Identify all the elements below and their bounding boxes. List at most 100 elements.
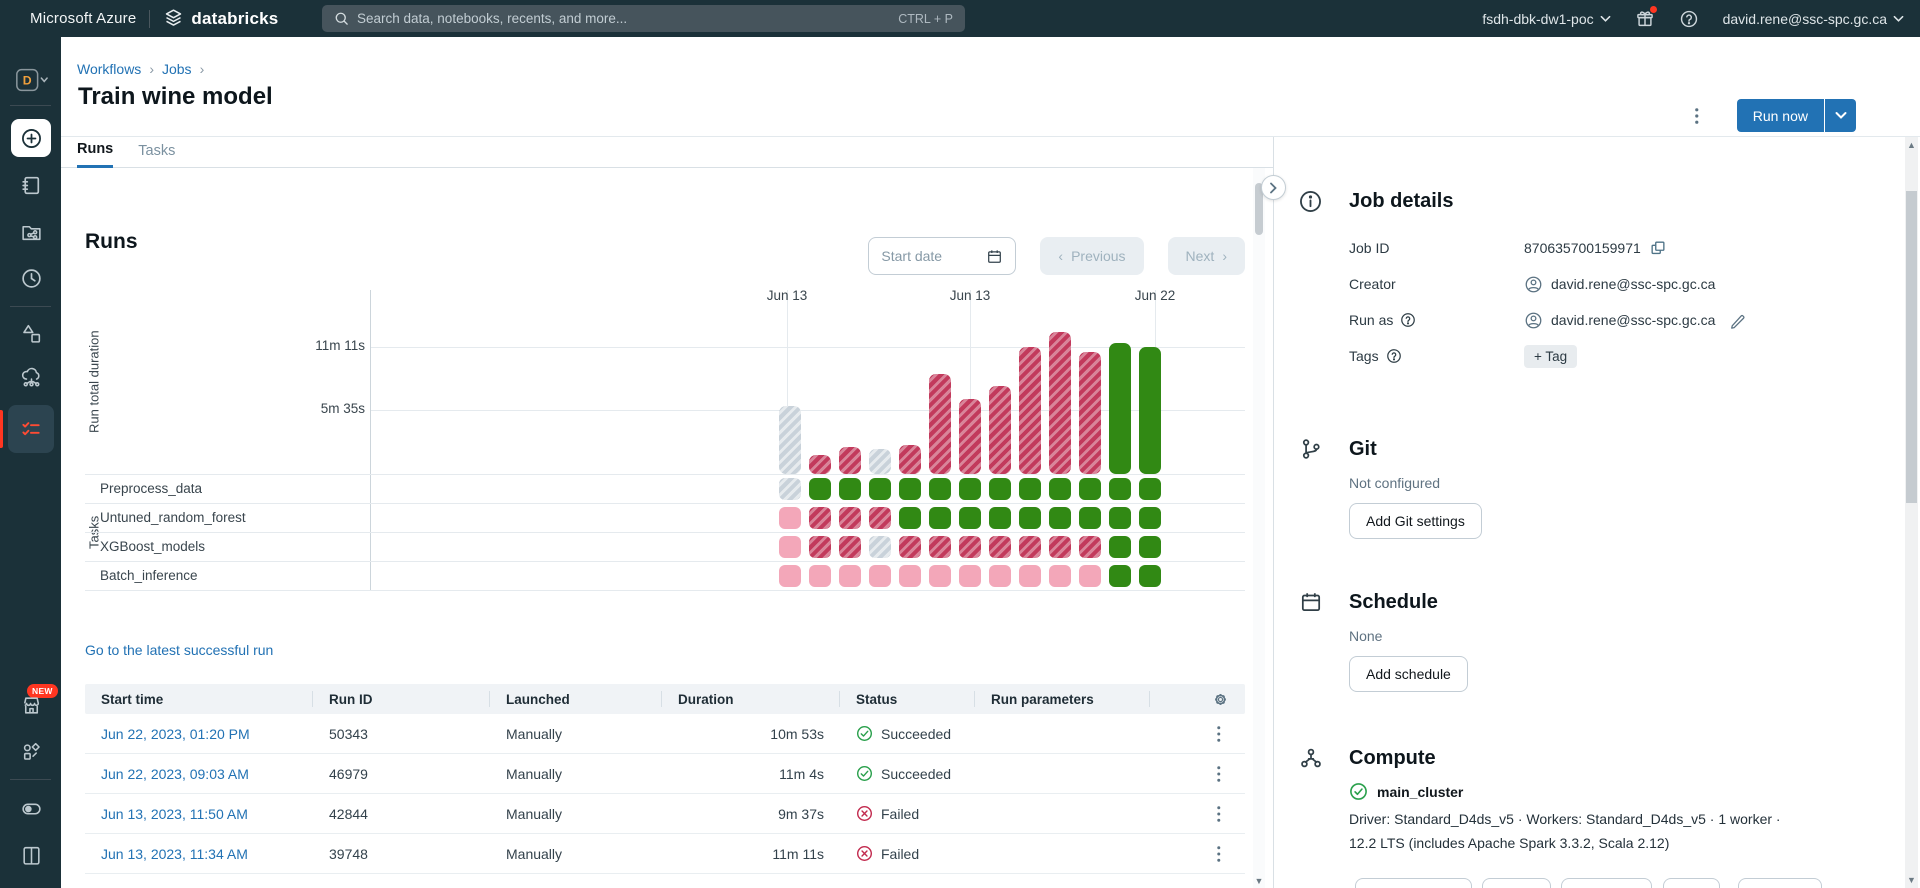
task-run-cell[interactable] [959, 565, 981, 587]
task-run-cell[interactable] [929, 536, 951, 558]
tab-runs[interactable]: Runs [77, 141, 113, 168]
task-run-cell[interactable] [989, 536, 1011, 558]
run-duration-bar[interactable] [989, 386, 1011, 474]
task-run-cell[interactable] [1079, 478, 1101, 500]
sidebar-item-marketplace[interactable] [12, 687, 50, 723]
workspace-switcher[interactable]: fsdh-dbk-dw1-poc [1482, 11, 1610, 27]
column-run-id[interactable]: Run ID [313, 684, 490, 714]
task-run-cell[interactable] [779, 478, 801, 500]
sidebar-item-panel[interactable] [12, 837, 50, 873]
sidebar-item-feature-toggle[interactable] [12, 790, 50, 826]
compute-action-button[interactable] [1561, 878, 1652, 888]
add-schedule-button[interactable]: Add schedule [1349, 656, 1468, 692]
task-run-cell[interactable] [1019, 507, 1041, 529]
run-start-time-link[interactable]: Jun 13, 2023, 11:50 AM [85, 806, 313, 822]
user-menu[interactable]: david.rene@ssc-spc.gc.ca [1723, 11, 1904, 27]
run-duration-bar[interactable] [779, 406, 801, 474]
task-run-cell[interactable] [929, 478, 951, 500]
column-start-time[interactable]: Start time [85, 684, 313, 714]
run-duration-bar[interactable] [1079, 352, 1101, 474]
latest-successful-run-link[interactable]: Go to the latest successful run [85, 642, 273, 658]
edit-pencil-icon[interactable] [1729, 312, 1746, 329]
sidebar-item-compute[interactable] [12, 359, 50, 395]
task-run-cell[interactable] [869, 478, 891, 500]
run-duration-bar[interactable] [929, 374, 951, 474]
question-icon[interactable] [1400, 312, 1416, 328]
task-run-cell[interactable] [809, 565, 831, 587]
sidebar-item-workflows[interactable] [12, 411, 50, 447]
sidebar-item-catalog[interactable] [12, 315, 50, 351]
column-duration[interactable]: Duration [662, 684, 840, 714]
search-input[interactable] [357, 11, 890, 26]
row-kebab-menu[interactable] [1209, 842, 1229, 866]
compute-action-button[interactable] [1663, 878, 1720, 888]
help-button[interactable] [1679, 9, 1699, 29]
details-scrollbar-thumb[interactable] [1906, 191, 1917, 503]
task-run-cell[interactable] [809, 478, 831, 500]
compute-action-button[interactable] [1738, 878, 1822, 888]
task-run-cell[interactable] [869, 565, 891, 587]
run-duration-bar[interactable] [899, 445, 921, 474]
task-run-cell[interactable] [1109, 536, 1131, 558]
new-button[interactable] [11, 119, 51, 157]
task-run-cell[interactable] [899, 478, 921, 500]
task-run-cell[interactable] [899, 536, 921, 558]
task-run-cell[interactable] [839, 478, 861, 500]
copy-icon[interactable] [1649, 239, 1667, 257]
scroll-up-arrow[interactable]: ▲ [1905, 140, 1918, 150]
task-run-cell[interactable] [1079, 507, 1101, 529]
task-run-cell[interactable] [1079, 536, 1101, 558]
task-run-cell[interactable] [839, 565, 861, 587]
task-run-cell[interactable] [929, 565, 951, 587]
task-run-cell[interactable] [1049, 536, 1071, 558]
run-duration-bar[interactable] [1139, 347, 1161, 474]
task-run-cell[interactable] [779, 536, 801, 558]
compute-action-button[interactable] [1482, 878, 1551, 888]
main-scrollbar[interactable]: ▼ [1253, 168, 1265, 888]
task-run-cell[interactable] [989, 507, 1011, 529]
task-run-cell[interactable] [989, 565, 1011, 587]
task-run-cell[interactable] [1079, 565, 1101, 587]
task-run-cell[interactable] [809, 507, 831, 529]
task-run-cell[interactable] [839, 536, 861, 558]
task-run-cell[interactable] [899, 565, 921, 587]
task-run-cell[interactable] [1049, 507, 1071, 529]
run-start-time-link[interactable]: Jun 13, 2023, 11:34 AM [85, 846, 313, 862]
sidebar-item-repos[interactable] [12, 214, 50, 250]
breadcrumb-jobs-link[interactable]: Jobs [162, 61, 192, 77]
task-run-cell[interactable] [899, 507, 921, 529]
task-run-cell[interactable] [779, 507, 801, 529]
task-run-cell[interactable] [1019, 478, 1041, 500]
run-duration-bar[interactable] [1049, 332, 1071, 474]
add-tag-button[interactable]: + Tag [1524, 345, 1577, 368]
job-kebab-menu[interactable] [1687, 104, 1707, 128]
run-duration-bar[interactable] [839, 447, 861, 474]
task-run-cell[interactable] [869, 536, 891, 558]
run-start-time-link[interactable]: Jun 22, 2023, 01:20 PM [85, 726, 313, 742]
task-run-cell[interactable] [869, 507, 891, 529]
task-run-cell[interactable] [1049, 478, 1071, 500]
tab-tasks[interactable]: Tasks [138, 143, 175, 167]
task-run-cell[interactable] [929, 507, 951, 529]
task-run-cell[interactable] [989, 478, 1011, 500]
task-run-cell[interactable] [1139, 478, 1161, 500]
task-run-cell[interactable] [959, 507, 981, 529]
task-run-cell[interactable] [1109, 478, 1131, 500]
question-icon[interactable] [1386, 348, 1402, 364]
row-kebab-menu[interactable] [1209, 722, 1229, 746]
sidebar-item-recents[interactable] [12, 260, 50, 296]
task-run-cell[interactable] [1139, 536, 1161, 558]
run-start-time-link[interactable]: Jun 22, 2023, 09:03 AM [85, 766, 313, 782]
task-run-cell[interactable] [1139, 565, 1161, 587]
task-run-cell[interactable] [959, 536, 981, 558]
scroll-down-arrow[interactable]: ▼ [1253, 876, 1265, 886]
row-kebab-menu[interactable] [1209, 762, 1229, 786]
whats-new-button[interactable] [1635, 9, 1655, 29]
task-run-cell[interactable] [1109, 565, 1131, 587]
task-run-cell[interactable] [1139, 507, 1161, 529]
run-duration-bar[interactable] [809, 455, 831, 474]
task-run-cell[interactable] [1109, 507, 1131, 529]
sidebar-item-workspace[interactable] [12, 167, 50, 203]
task-run-cell[interactable] [1019, 565, 1041, 587]
breadcrumb-workflows-link[interactable]: Workflows [77, 61, 141, 77]
